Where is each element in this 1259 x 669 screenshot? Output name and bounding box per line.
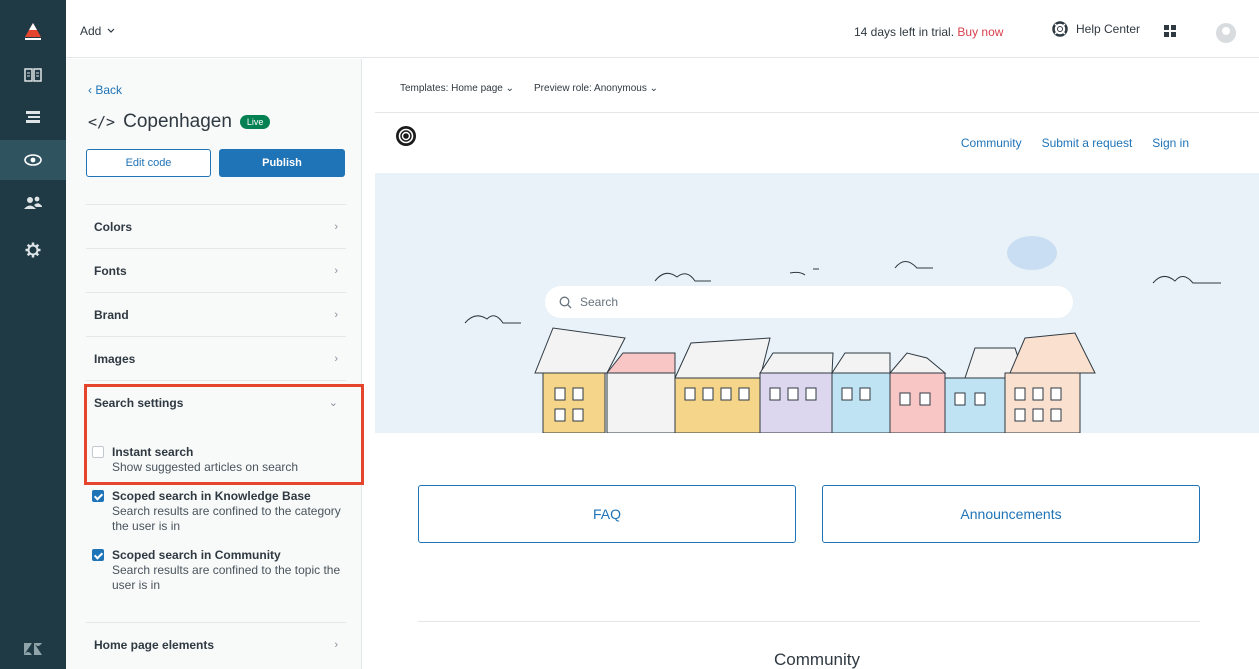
buy-now-link[interactable]: Buy now — [957, 25, 1003, 39]
help-center-label: Help Center — [1076, 22, 1141, 36]
setting-scoped-kb[interactable]: Scoped search in Knowledge Base Search r… — [92, 489, 342, 534]
chevron-down-icon: ⌄ — [505, 83, 515, 94]
chevron-left-icon: ‹ — [88, 83, 92, 97]
nav-sign-in[interactable]: Sign in — [1152, 136, 1189, 150]
search-placeholder: Search — [580, 295, 619, 309]
zendesk-z-icon[interactable] — [0, 629, 66, 669]
preview-role-dropdown[interactable]: Preview role: Anonymous ⌄ — [534, 83, 658, 94]
category-cards: FAQ Announcements — [418, 485, 1200, 543]
setting-desc: Show suggested articles on search — [112, 460, 299, 474]
live-badge: Live — [239, 115, 271, 129]
top-bar: Add 14 days left in trial. Buy now Help … — [66, 0, 1259, 58]
setting-title: Scoped search in Knowledge Base — [112, 489, 311, 503]
card-announcements[interactable]: Announcements — [822, 485, 1200, 543]
scoped-community-checkbox[interactable] — [92, 549, 104, 561]
code-icon: </> — [88, 113, 116, 131]
add-menu[interactable]: Add — [80, 24, 115, 38]
back-label: Back — [95, 83, 123, 97]
card-faq[interactable]: FAQ — [418, 485, 796, 543]
left-nav-rail — [0, 0, 66, 669]
nav-community[interactable]: Community — [961, 136, 1022, 150]
chevron-down-icon: ⌄ — [649, 83, 659, 94]
search-icon — [559, 296, 572, 308]
nav-submit-request[interactable]: Submit a request — [1042, 136, 1133, 150]
help-center-logo-icon[interactable] — [395, 125, 417, 150]
product-tray-icon[interactable] — [1164, 25, 1176, 37]
community-heading: Community — [774, 650, 860, 669]
theme-name: Copenhagen — [123, 111, 232, 132]
add-label: Add — [80, 24, 102, 38]
eye-icon[interactable] — [0, 140, 66, 180]
section-label: Brand — [94, 307, 129, 322]
guide-icon[interactable] — [0, 55, 66, 95]
section-home-page-elements[interactable]: Home page elements › — [86, 622, 346, 666]
divider — [418, 621, 1200, 622]
chevron-right-icon: › — [334, 264, 338, 277]
setting-instant-search[interactable]: Instant search Show suggested articles o… — [92, 445, 342, 475]
instant-search-checkbox[interactable] — [92, 446, 104, 458]
theme-title: </> Copenhagen Live — [88, 111, 271, 133]
setting-scoped-community[interactable]: Scoped search in Community Search result… — [92, 548, 342, 593]
hero-search-input[interactable]: Search — [545, 286, 1073, 318]
setting-desc: Search results are confined to the topic… — [112, 563, 341, 592]
back-link[interactable]: ‹ Back — [88, 83, 122, 97]
setting-title: Instant search — [112, 445, 194, 459]
list-icon[interactable] — [0, 97, 66, 137]
section-colors[interactable]: Colors › — [86, 204, 346, 248]
zendesk-logo-icon[interactable] — [0, 14, 66, 48]
theme-settings-panel: ‹ Back </> Copenhagen Live Edit code Pub… — [66, 59, 364, 669]
preview-controls: Templates: Home page ⌄ Preview role: Ano… — [400, 83, 658, 94]
chevron-right-icon: › — [334, 638, 338, 651]
chevron-right-icon: › — [334, 220, 338, 233]
users-icon[interactable] — [0, 183, 66, 223]
preview-role-label: Preview role: Anonymous — [534, 83, 647, 94]
section-fonts[interactable]: Fonts › — [86, 248, 346, 292]
section-images[interactable]: Images › — [86, 336, 346, 380]
gear-icon[interactable] — [0, 230, 66, 270]
scoped-kb-checkbox[interactable] — [92, 490, 104, 502]
publish-button[interactable]: Publish — [219, 149, 345, 177]
templates-label: Templates: Home page — [400, 83, 503, 94]
section-label: Home page elements — [94, 637, 215, 652]
chevron-right-icon: › — [334, 352, 338, 365]
avatar[interactable] — [1216, 23, 1236, 43]
hero-banner: Search — [375, 173, 1259, 433]
chevron-right-icon: › — [334, 308, 338, 321]
help-center-nav: Community Submit a request Sign in — [961, 136, 1189, 150]
section-label: Colors — [94, 219, 133, 234]
section-brand[interactable]: Brand › — [86, 292, 346, 336]
edit-code-button[interactable]: Edit code — [86, 149, 211, 177]
theme-preview: Community Submit a request Sign in Searc… — [375, 112, 1259, 669]
setting-desc: Search results are confined to the categ… — [112, 504, 341, 533]
trial-notice: 14 days left in trial. Buy now — [854, 25, 1003, 39]
setting-title: Scoped search in Community — [112, 548, 281, 562]
templates-dropdown[interactable]: Templates: Home page ⌄ — [400, 83, 514, 94]
section-label: Fonts — [94, 263, 127, 278]
chevron-down-icon — [107, 28, 115, 33]
lifebuoy-icon — [1052, 21, 1068, 37]
section-label: Images — [94, 351, 136, 366]
help-center-link[interactable]: Help Center — [1052, 21, 1140, 37]
trial-text: 14 days left in trial. — [854, 25, 955, 39]
